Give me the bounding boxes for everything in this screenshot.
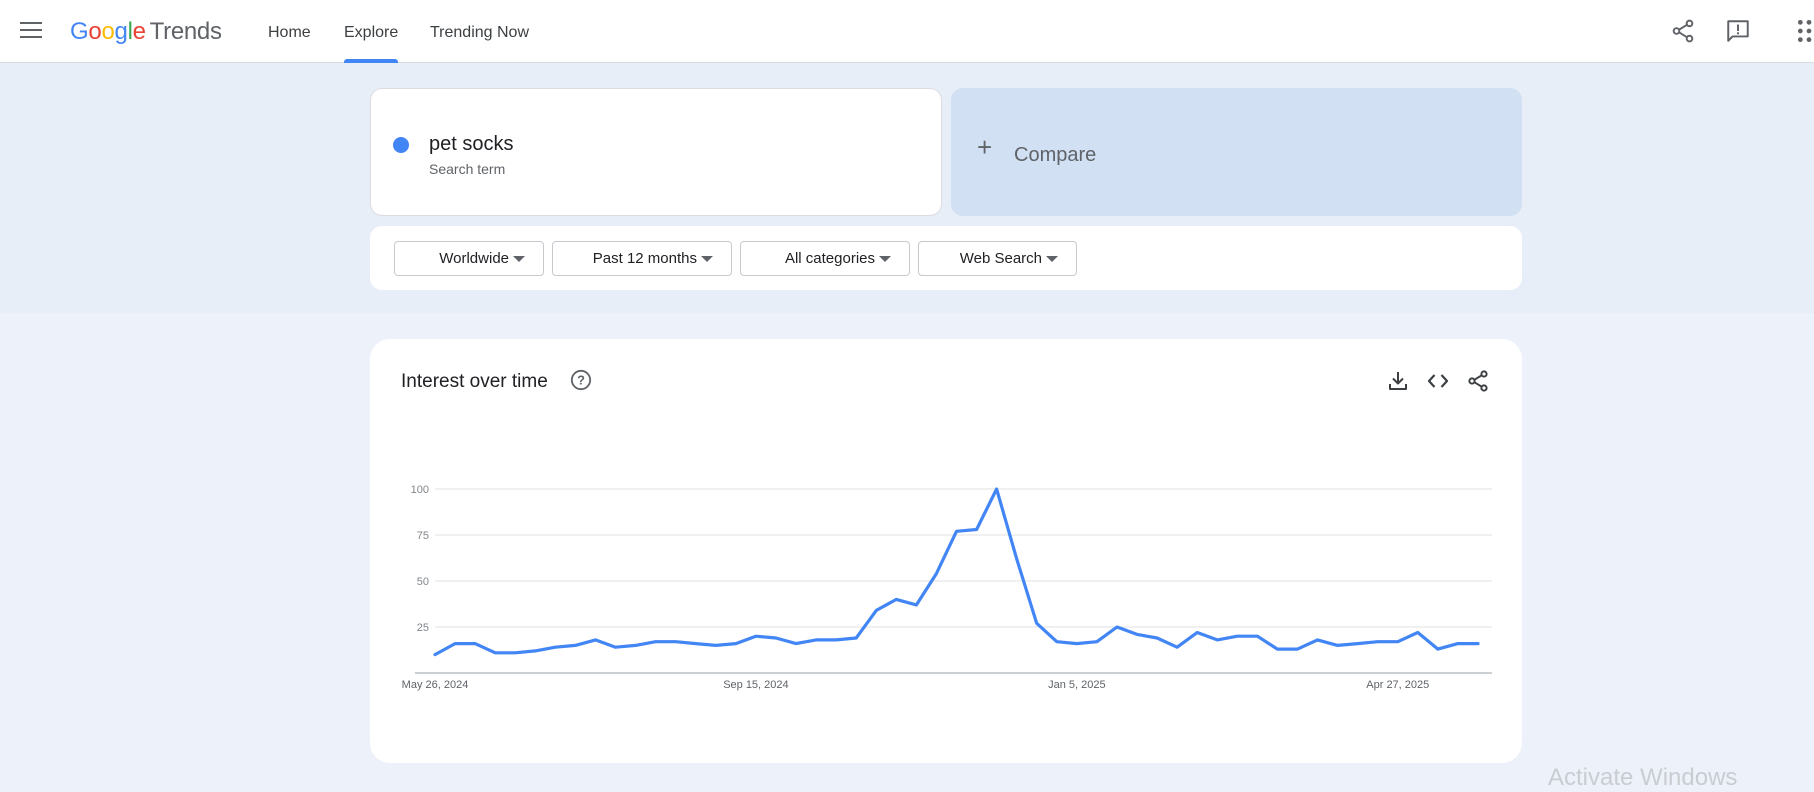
interest-line-chart: 25 50 75 100 May 26, 2024 Sep 15, 2024 Jan 5, …	[402, 484, 1492, 691]
search-term-type: Search term	[429, 161, 506, 177]
plus-icon: +	[977, 132, 993, 162]
y-tick-label: 100	[411, 484, 429, 496]
y-tick-label: 75	[417, 530, 429, 542]
dropdown-arrow-icon	[701, 256, 713, 262]
app-header: Google Trends Home Explore Trending Now	[0, 0, 1814, 63]
dropdown-arrow-icon	[879, 256, 891, 262]
dropdown-arrow-icon	[513, 256, 525, 262]
x-tick-label: May 26, 2024	[402, 679, 469, 691]
compare-button[interactable]: + Compare	[951, 88, 1522, 216]
tab-home[interactable]: Home	[268, 0, 311, 63]
filter-category[interactable]: All categories	[740, 241, 910, 276]
filter-bar: Worldwide Past 12 months All categories …	[370, 226, 1522, 290]
search-term-card[interactable]: pet socks Search term	[370, 88, 942, 216]
apps-icon[interactable]	[1796, 18, 1814, 44]
filter-time-range[interactable]: Past 12 months	[552, 241, 732, 276]
feedback-icon[interactable]	[1725, 18, 1751, 44]
search-term-name[interactable]: pet socks	[429, 133, 513, 156]
x-tick-label: Jan 5, 2025	[1048, 679, 1106, 691]
series-line	[433, 487, 1480, 657]
y-tick-label: 25	[417, 622, 429, 634]
x-tick-label: Apr 27, 2025	[1366, 679, 1429, 691]
menu-icon[interactable]	[20, 22, 42, 40]
tab-trending-now[interactable]: Trending Now	[430, 0, 529, 63]
google-trends-logo[interactable]: Google Trends	[70, 18, 222, 46]
dropdown-arrow-icon	[1046, 256, 1058, 262]
compare-label: Compare	[1014, 144, 1097, 166]
term-color-dot	[393, 137, 409, 153]
x-tick-label: Sep 15, 2024	[723, 679, 788, 691]
activate-windows-watermark: Activate Windows	[1548, 764, 1738, 791]
filter-search-type[interactable]: Web Search	[918, 241, 1077, 276]
filter-region[interactable]: Worldwide	[394, 241, 544, 276]
y-tick-label: 50	[417, 576, 429, 588]
interest-over-time-card: Interest over time ? 25 50 75 100 May 26, 20…	[370, 339, 1522, 763]
share-icon[interactable]	[1670, 18, 1696, 44]
tab-explore[interactable]: Explore	[344, 0, 399, 63]
